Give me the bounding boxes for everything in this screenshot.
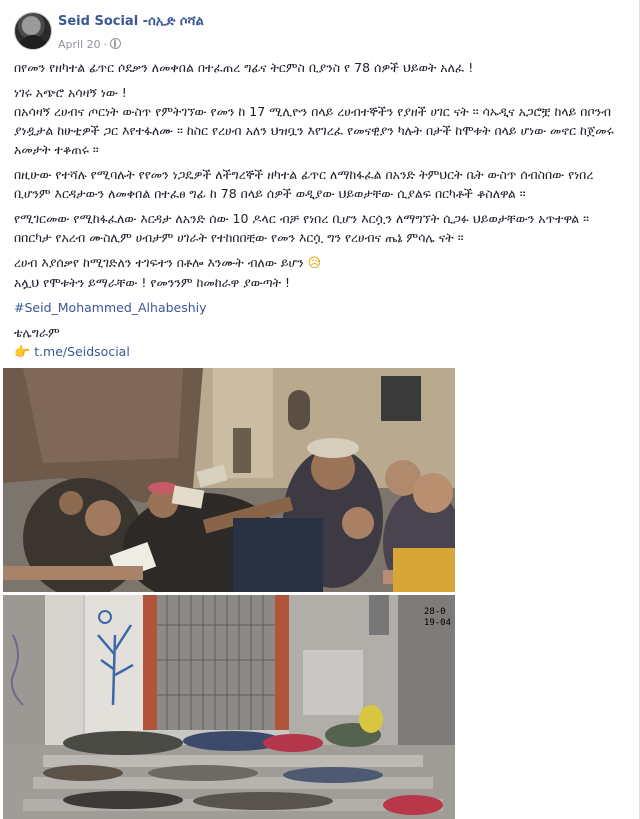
facebook-post-card: Seid Social -ሰኢድ ሶሻል April 20 · በየመን የዘካተ… — [0, 0, 640, 819]
timestamp-line-1: 28-0 — [423, 607, 446, 617]
crowd-photo-illustration — [3, 368, 455, 592]
sad-face-icon: 😥 — [307, 256, 322, 271]
paragraph-6: አሏህ የሞቱትን ይማራቸው ! የመንንም ከመከራዋ ያውጣት ! — [14, 275, 291, 290]
post-header: Seid Social -ሰኢድ ሶሻል April 20 · — [14, 12, 619, 52]
paragraph-5: ረሀብ እያሰቃየ ከሚገድለን ተገፍተን በቶሎ እንሙት ብለው ይሆን — [14, 255, 304, 270]
post-date[interactable]: April 20 — [58, 38, 101, 51]
timestamp-line-2: 19-04 — [423, 618, 451, 628]
photo-timestamp-overlay: 28-0 19-04 — [424, 607, 451, 629]
page-name-link[interactable]: Seid Social -ሰኢድ ሶሻል — [58, 14, 204, 29]
post-photo-crowd[interactable] — [3, 368, 455, 592]
paragraph-1: ነገሩ አጭሮ አሳዛኝ ነው ! — [14, 85, 127, 100]
paragraph-2: በአሳዛኝ ረሀብና ጦርነት ውስጥ የምትገኘው የመን ከ 17 ሚሊዮን… — [14, 104, 614, 157]
page-avatar[interactable] — [14, 12, 52, 50]
paragraph-headline: በየመን የዘካተል ፊጥር ሶደቃን ለመቀበል በተፈጠረ ግፊና ትርምስ… — [14, 60, 474, 75]
aftermath-photo-illustration — [3, 595, 455, 819]
pointing-hand-icon: 👉 — [14, 345, 31, 360]
globe-icon[interactable] — [110, 38, 122, 49]
avatar-figure — [19, 35, 47, 49]
hashtag-link[interactable]: #Seid_Mohammed_Alhabeshiy — [14, 300, 207, 315]
paragraph-3: በዚሁው የተሻሉ የሚባሉት የየመን ነጋዴዎች ለችግረኞች ዘካተል ፊ… — [14, 167, 594, 201]
telegram-label: ቴሌግራም — [14, 325, 60, 340]
meta-separator: · — [103, 38, 108, 51]
telegram-link[interactable]: t.me/Seidsocial — [34, 344, 130, 359]
post-photo-aftermath[interactable]: 28-0 19-04 — [3, 595, 455, 819]
paragraph-5-line: ረሀብ እያሰቃየ ከሚገድለን ተገፍተን በቶሎ እንሙት ብለው ይሆን … — [14, 253, 626, 273]
post-meta: April 20 · — [58, 38, 122, 51]
paragraph-4: የሚገርመው የሚከፋፈለው እርዳታ ለአንድ ሰው 10 ዶላር ብቻ የነ… — [14, 211, 590, 245]
hashtag-line: #Seid_Mohammed_Alhabeshiy — [14, 298, 626, 317]
post-body: በየመን የዘካተል ፊጥር ሶደቃን ለመቀበል በተፈጠረ ግፊና ትርምስ… — [14, 58, 626, 368]
telegram-line: 👉 t.me/Seidsocial — [14, 342, 626, 362]
